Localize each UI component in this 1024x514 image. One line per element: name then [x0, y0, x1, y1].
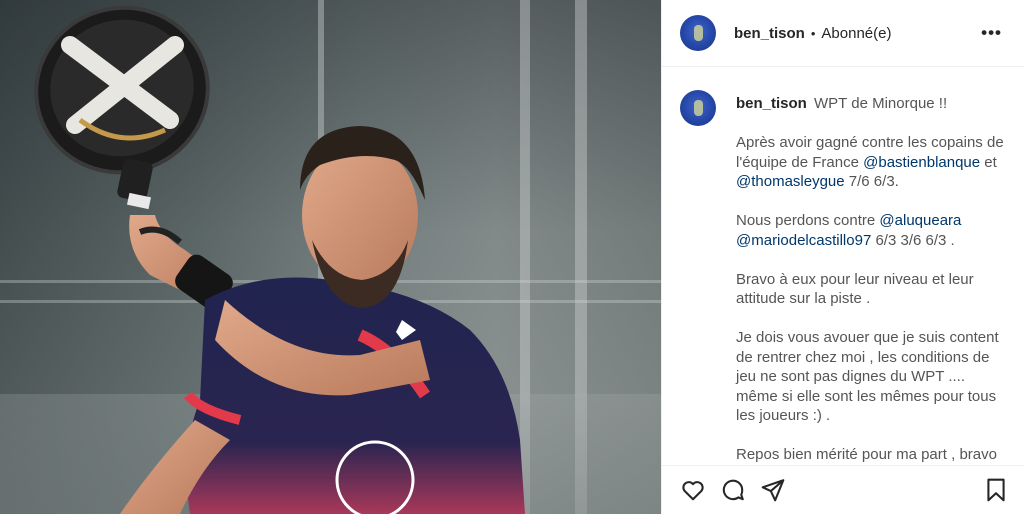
- caption-paragraph: Nous perdons contre @aluqueara @mariodel…: [736, 211, 1010, 250]
- mention-link[interactable]: @aluqueara: [879, 212, 961, 229]
- caption-username[interactable]: ben_tison: [736, 95, 807, 112]
- avatar[interactable]: [680, 90, 716, 126]
- caption-text-fragment: Nous perdons contre: [736, 212, 880, 229]
- bookmark-icon[interactable]: [982, 476, 1010, 504]
- caption-text-fragment: et: [980, 153, 997, 171]
- caption-paragraph: Je dois vous avouer que je suis content …: [736, 329, 999, 424]
- post-header: ben_tison • Abonné(e) •••: [662, 0, 1024, 67]
- post-photo[interactable]: [0, 0, 661, 514]
- caption-text: ben_tison WPT de Minorque !! Après avoir…: [736, 94, 1010, 464]
- padel-racket: [34, 5, 210, 210]
- caption-paragraph: Après avoir gagné contre les copains de …: [736, 133, 1010, 192]
- padel-player-illustration: [34, 5, 525, 514]
- action-bar: [662, 465, 1024, 514]
- paper-plane-icon[interactable]: [759, 476, 787, 504]
- post-side-panel: ben_tison • Abonné(e) ••• ben_tison WPT …: [661, 0, 1024, 514]
- separator-dot: •: [810, 25, 816, 41]
- mention-link[interactable]: @bastienblanque: [863, 154, 980, 171]
- caption-paragraph: Bravo à eux pour leur niveau et leur att…: [736, 270, 974, 308]
- comment-icon[interactable]: [719, 476, 747, 504]
- caption-text-fragment: 7/6 6/3.: [844, 173, 899, 190]
- caption: ben_tison WPT de Minorque !! Après avoir…: [680, 90, 1010, 464]
- heart-icon[interactable]: [679, 476, 707, 504]
- caption-first-line: WPT de Minorque !!: [814, 95, 948, 112]
- more-options-icon[interactable]: •••: [977, 19, 1006, 47]
- caption-paragraph: Repos bien mérité pour ma part , bravo: [736, 446, 997, 463]
- caption-text-fragment: 6/3 3/6 6/3 .: [871, 231, 955, 249]
- comments-section[interactable]: ben_tison WPT de Minorque !! Après avoir…: [662, 68, 1024, 464]
- mention-link[interactable]: @mariodelcastillo97: [736, 232, 871, 249]
- author-username[interactable]: ben_tison: [734, 25, 805, 42]
- mention-link[interactable]: @thomasleygue: [736, 173, 845, 190]
- avatar[interactable]: [680, 15, 716, 51]
- follow-status-button[interactable]: Abonné(e): [821, 25, 891, 42]
